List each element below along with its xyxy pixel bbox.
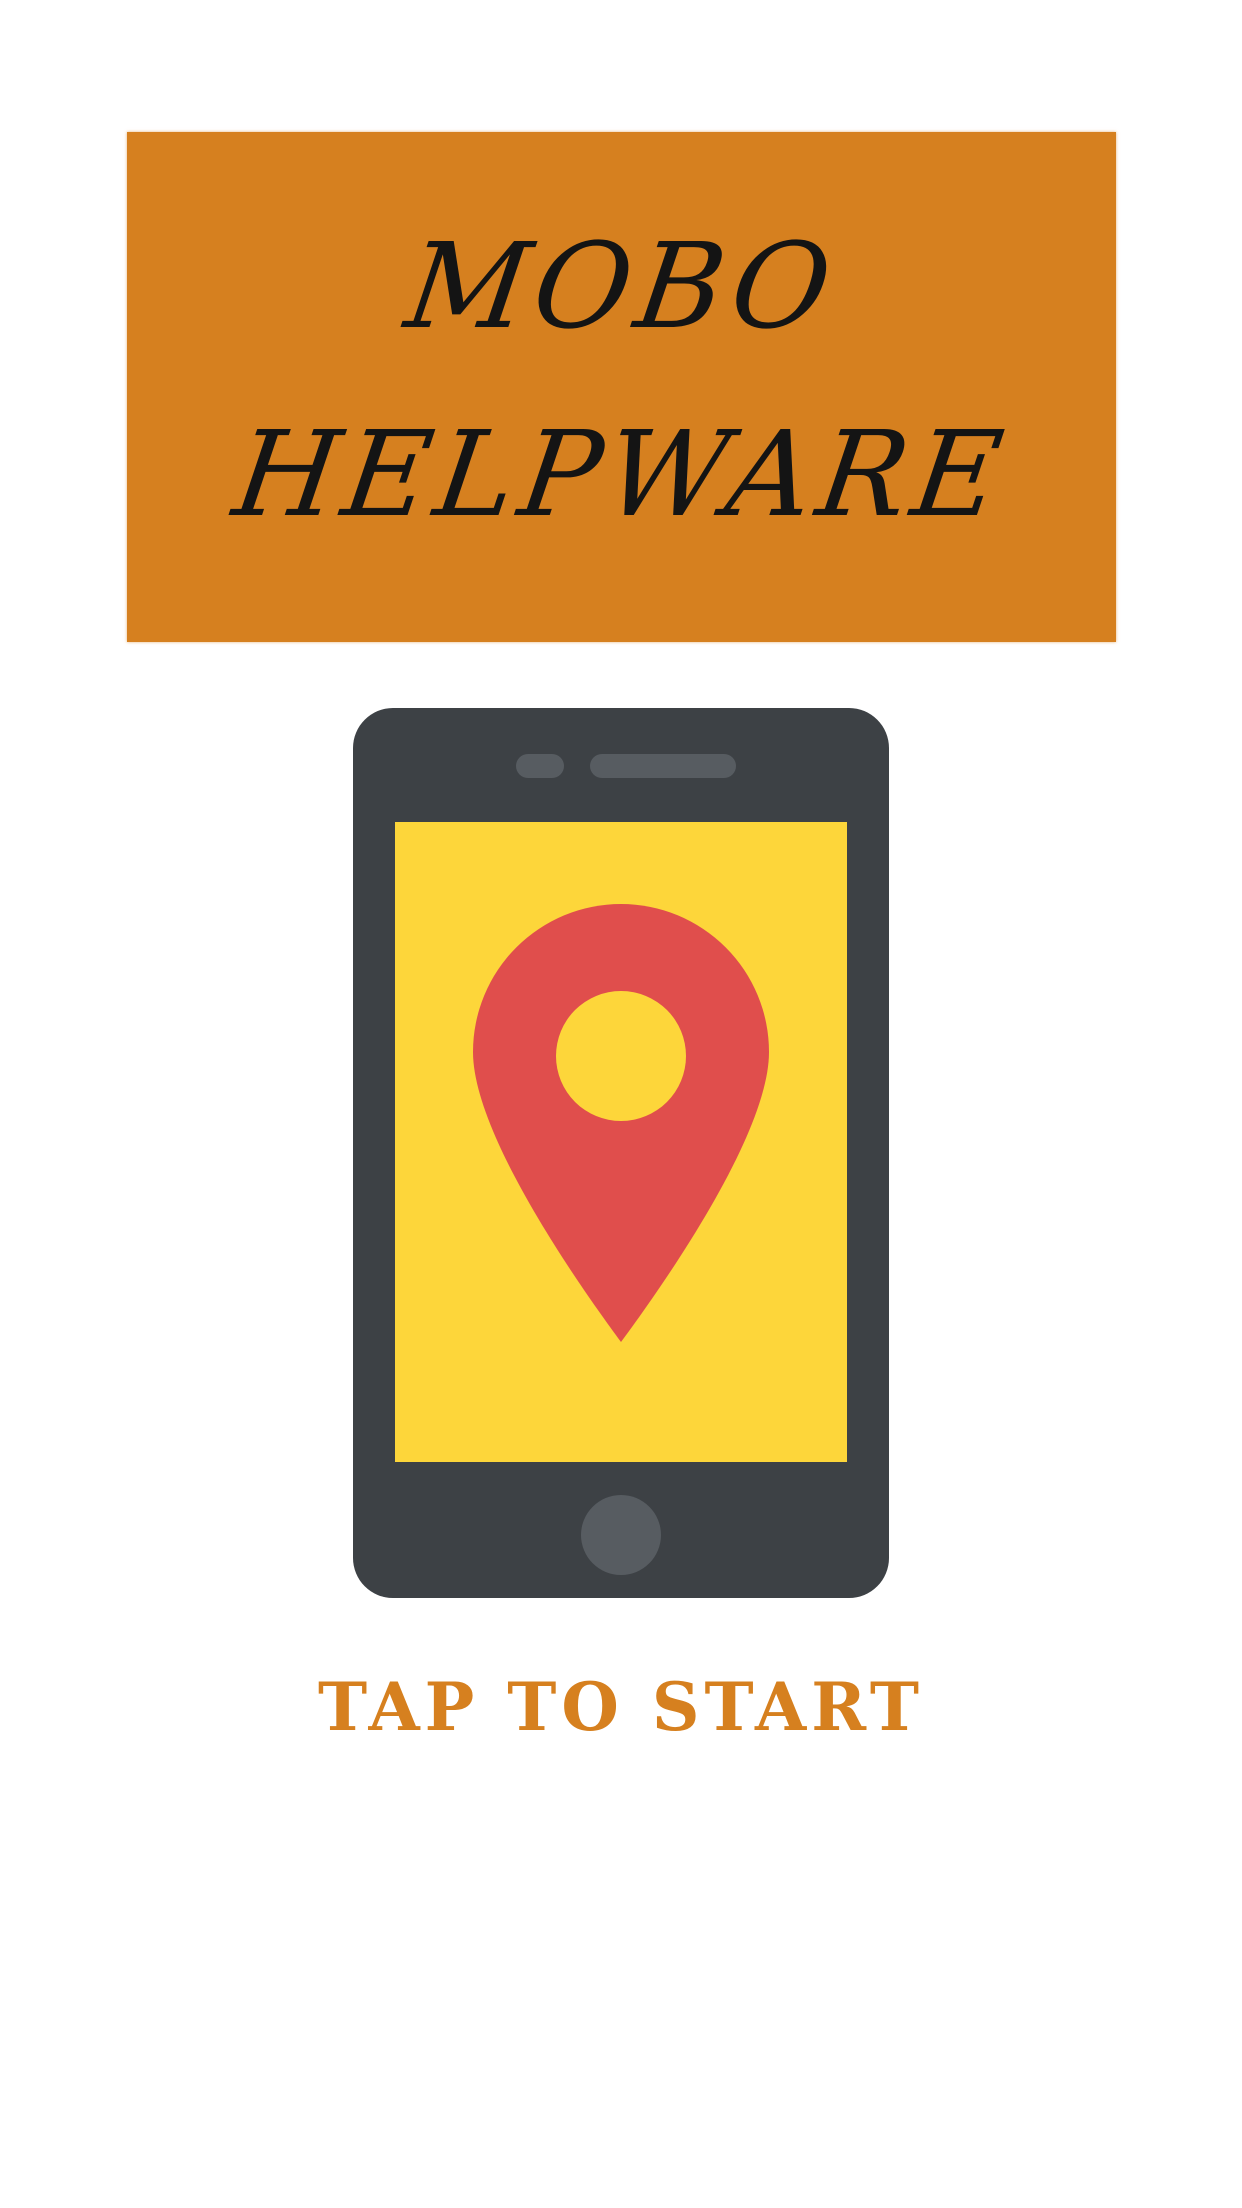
- app-title-line-2: HELPWARE: [226, 405, 1017, 543]
- phone-speaker: [590, 754, 736, 778]
- title-banner: MOBO HELPWARE: [127, 132, 1116, 642]
- phone-camera: [516, 754, 564, 778]
- tap-to-start-button[interactable]: TAP TO START: [0, 1668, 1242, 1746]
- smartphone-location-pin-icon: [353, 708, 889, 1598]
- app-title-line-1: MOBO: [398, 217, 845, 355]
- location-pin-hole: [556, 991, 686, 1121]
- phone-home-button: [581, 1495, 661, 1575]
- phone-location-illustration: [350, 705, 892, 1601]
